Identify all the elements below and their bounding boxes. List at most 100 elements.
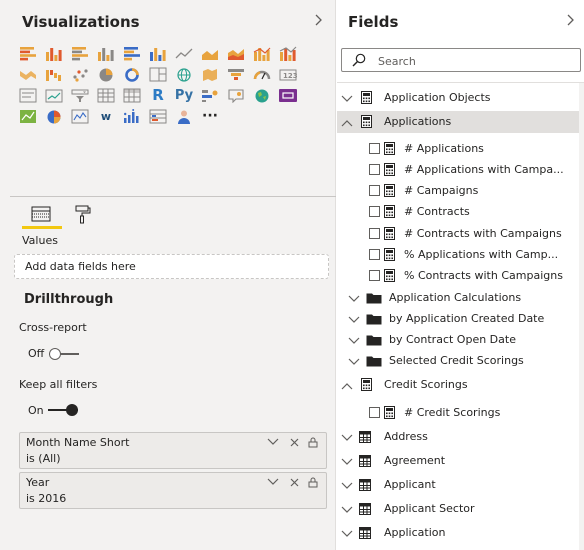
custom-visual-icon[interactable] [278,87,298,103]
filter-card[interactable]: Month Name Short is (All) [19,432,327,469]
chevron-right-icon[interactable] [313,14,323,30]
clustered-bar-chart-icon[interactable] [70,45,90,61]
field-measure[interactable]: # Contracts with Campaigns [337,223,579,245]
lock-icon[interactable] [306,435,320,449]
clustered-column-chart-icon[interactable] [96,45,116,61]
donut-chart-icon[interactable] [122,66,142,82]
field-checkbox[interactable] [369,185,380,196]
more-visuals-icon[interactable]: ··· [200,108,220,124]
kpi-icon[interactable] [44,87,64,103]
card-icon[interactable]: 123 [278,66,298,82]
100-stacked-bar-chart-icon[interactable] [122,45,142,61]
field-table-group[interactable]: Applications [337,111,579,133]
field-measure[interactable]: # Credit Scorings [337,402,579,424]
values-drop-zone[interactable]: Add data fields here [14,254,329,279]
field-measure[interactable]: # Contracts [337,201,579,223]
keep-all-filters-toggle[interactable] [48,404,78,416]
matrix-icon[interactable] [122,87,142,103]
chevron-down-icon[interactable] [348,335,360,345]
field-table-group[interactable]: Application Objects [337,87,579,109]
field-checkbox[interactable] [369,228,380,239]
funnel-icon[interactable] [226,66,246,82]
pie-custom-icon[interactable] [44,108,64,124]
scatter-chart-icon[interactable] [70,66,90,82]
slicer-icon[interactable] [70,87,90,103]
field-checkbox[interactable] [369,249,380,260]
chevron-up-icon[interactable] [341,380,353,390]
search-input[interactable] [378,53,568,69]
field-checkbox[interactable] [369,270,380,281]
line-sparkline-icon[interactable] [70,108,90,124]
chevron-down-icon[interactable] [341,504,353,514]
search-box [341,48,581,72]
pie-chart-icon[interactable] [96,66,116,82]
chevron-down-icon[interactable] [341,432,353,442]
field-checkbox[interactable] [369,206,380,217]
field-checkbox[interactable] [369,164,380,175]
field-table[interactable]: Application [337,522,579,544]
display-folder[interactable]: Application Calculations [337,287,579,309]
area-chart-icon[interactable] [200,45,220,61]
close-icon[interactable] [287,475,301,489]
field-checkbox[interactable] [369,143,380,154]
chevron-down-icon[interactable] [348,356,360,366]
close-icon[interactable] [287,435,301,449]
format-paint-roller-icon[interactable] [70,203,94,225]
field-table[interactable]: Agreement [337,450,579,472]
field-measure[interactable]: % Contracts with Campaigns [337,265,579,287]
lock-icon[interactable] [306,475,320,489]
chevron-down-icon[interactable] [348,314,360,324]
display-folder[interactable]: Selected Credit Scorings [337,350,579,372]
r-script-visual-icon[interactable]: R [148,86,168,104]
field-measure[interactable]: % Applications with Camp... [337,244,579,266]
gauge-icon[interactable] [252,66,272,82]
chevron-down-icon[interactable] [341,528,353,538]
key-influencers-icon[interactable] [200,87,220,103]
field-measure[interactable]: # Campaigns [337,180,579,202]
stacked-area-chart-icon[interactable] [226,45,246,61]
globe-map-icon[interactable] [252,87,272,103]
table-custom-icon[interactable] [148,108,168,124]
100-stacked-column-chart-icon[interactable] [148,45,168,61]
waterfall-chart-icon[interactable] [44,66,64,82]
chevron-down-icon[interactable] [341,93,353,103]
chevron-down-icon[interactable] [266,435,280,449]
cross-report-toggle[interactable] [49,348,79,360]
display-folder[interactable]: by Application Created Date [337,308,579,330]
field-checkbox[interactable] [369,407,380,418]
chevron-down-icon[interactable] [266,475,280,489]
multi-row-card-icon[interactable] [18,87,38,103]
chevron-down-icon[interactable] [348,293,360,303]
bar-dot-icon[interactable] [122,108,142,124]
fields-tab-icon[interactable] [29,203,53,225]
cross-report-label: Cross-report [19,321,87,334]
person-icon[interactable] [174,108,194,124]
chevron-right-icon[interactable] [565,14,575,30]
field-table[interactable]: Address [337,426,579,448]
chevron-up-icon[interactable] [341,117,353,127]
stacked-bar-chart-icon[interactable] [18,45,38,61]
filter-card[interactable]: Year is 2016 [19,472,327,509]
field-measure[interactable]: # Applications with Campa... [337,159,579,181]
word-cloud-icon[interactable]: w [96,108,116,124]
filled-map-icon[interactable] [200,66,220,82]
stacked-column-chart-icon[interactable] [44,45,64,61]
treemap-icon[interactable] [148,66,168,82]
qa-visual-icon[interactable] [226,87,246,103]
ribbon-chart-icon[interactable] [18,66,38,82]
line-and-clustered-column-chart-icon[interactable] [278,45,298,61]
line-and-column-chart-icon[interactable] [252,45,272,61]
hierarchy-chart-icon[interactable] [18,108,38,124]
field-table[interactable]: Applicant Sector [337,498,579,520]
chevron-down-icon[interactable] [341,480,353,490]
table-icon[interactable] [96,87,116,103]
map-icon[interactable] [174,66,194,82]
python-visual-icon[interactable]: Py [174,87,194,103]
chevron-down-icon[interactable] [341,456,353,466]
scrollbar[interactable] [579,83,584,550]
field-table[interactable]: Applicant [337,474,579,496]
line-chart-icon[interactable] [174,45,194,61]
field-table-group[interactable]: Credit Scorings [337,374,579,396]
display-folder[interactable]: by Contract Open Date [337,329,579,351]
field-measure[interactable]: # Applications [337,138,579,160]
